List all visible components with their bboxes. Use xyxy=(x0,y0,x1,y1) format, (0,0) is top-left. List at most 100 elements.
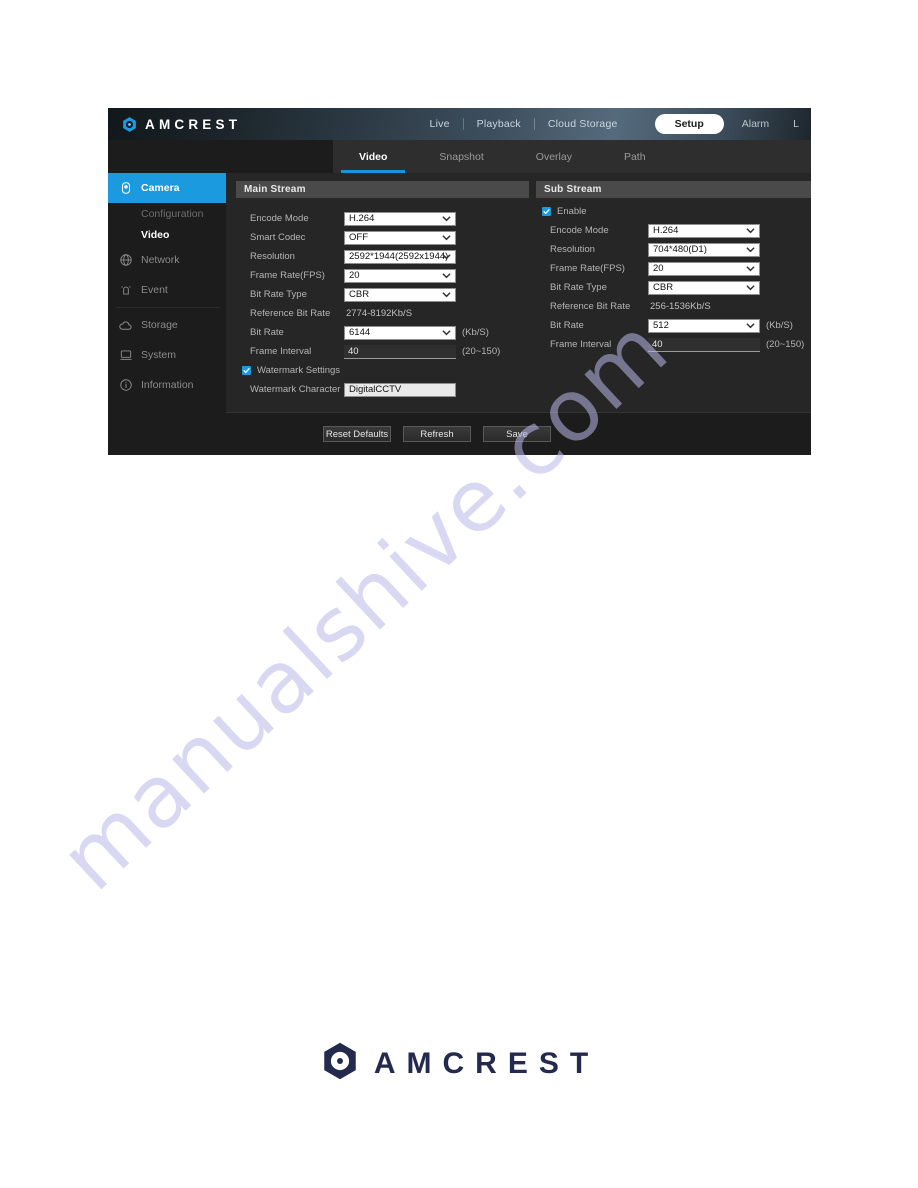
sub-stream-panel: Sub Stream Enable Encode Mode H.264 Reso… xyxy=(536,181,811,354)
main-smart-codec-select[interactable]: OFF xyxy=(344,230,456,245)
field-label: Resolution xyxy=(550,244,595,255)
field-sub-encode-mode: Encode Mode H.264 xyxy=(536,221,811,240)
camera-icon xyxy=(117,180,134,197)
field-main-bit-rate-type: Bit Rate Type CBR xyxy=(236,285,529,304)
chevron-down-icon xyxy=(442,327,451,338)
chevron-down-icon xyxy=(746,263,755,274)
main-bit-rate-unit: (Kb/S) xyxy=(462,327,489,338)
sidebar-subitem-configuration[interactable]: Configuration xyxy=(108,203,226,224)
tab-video[interactable]: Video xyxy=(333,140,413,173)
main-frame-rate-select[interactable]: 20 xyxy=(344,268,456,283)
cloud-storage-icon xyxy=(117,317,134,334)
header-nav-cloud-storage[interactable]: Cloud Storage xyxy=(535,118,631,130)
save-button[interactable]: Save xyxy=(483,426,551,442)
main-stream-title: Main Stream xyxy=(236,181,529,198)
field-label: Bit Rate xyxy=(550,320,584,331)
sub-stream-enable-checkbox-row[interactable]: Enable xyxy=(536,202,811,221)
field-label: Bit Rate Type xyxy=(250,289,307,300)
field-label: Frame Interval xyxy=(550,339,612,350)
sub-stream-title: Sub Stream xyxy=(536,181,811,198)
main-resolution-select[interactable]: 2592*1944(2592x1944) xyxy=(344,249,456,264)
select-value: CBR xyxy=(653,282,674,293)
content-area: Main Stream Encode Mode H.264 Smart Code… xyxy=(226,173,811,455)
tab-path[interactable]: Path xyxy=(598,140,672,173)
sub-resolution-select[interactable]: 704*480(D1) xyxy=(648,242,760,257)
sidebar-item-storage[interactable]: Storage xyxy=(108,310,226,340)
tab-snapshot[interactable]: Snapshot xyxy=(413,140,509,173)
sub-stream-enable-label: Enable xyxy=(557,206,587,217)
sidebar-item-network[interactable]: Network xyxy=(108,245,226,275)
brand-wordmark: AMCREST xyxy=(145,116,242,132)
select-value: 704*480(D1) xyxy=(653,244,707,255)
sidebar-divider xyxy=(116,307,220,308)
sidebar-subitem-configuration-label: Configuration xyxy=(141,207,204,220)
action-button-bar: Reset Defaults Refresh Save xyxy=(226,412,811,455)
chevron-down-icon xyxy=(442,213,451,224)
main-stream-fields: Encode Mode H.264 Smart Codec OFF Resolu… xyxy=(236,198,529,399)
tab-row: Video Snapshot Overlay Path xyxy=(333,140,811,173)
stream-panels: Main Stream Encode Mode H.264 Smart Code… xyxy=(226,173,811,413)
header-nav-playback[interactable]: Playback xyxy=(464,118,534,130)
watermark-settings-checkbox[interactable] xyxy=(242,366,251,375)
sub-frame-rate-select[interactable]: 20 xyxy=(648,261,760,276)
field-label: Bit Rate Type xyxy=(550,282,607,293)
information-circle-icon xyxy=(117,377,134,394)
field-main-smart-codec: Smart Codec OFF xyxy=(236,228,529,247)
amcrest-web-ui-window: AMCREST Live Playback Cloud Storage Setu… xyxy=(108,108,811,455)
chevron-down-icon xyxy=(746,320,755,331)
sidebar-item-storage-label: Storage xyxy=(141,319,178,331)
main-watermark-settings-checkbox-row[interactable]: Watermark Settings xyxy=(236,361,529,380)
field-label: Bit Rate xyxy=(250,327,284,338)
sidebar-item-system-label: System xyxy=(141,349,177,361)
main-reference-bit-rate-value: 2774-8192Kb/S xyxy=(346,308,413,319)
select-value: H.264 xyxy=(653,225,679,236)
event-bell-icon xyxy=(117,282,134,299)
chevron-down-icon xyxy=(442,232,451,243)
main-encode-mode-select[interactable]: H.264 xyxy=(344,211,456,226)
watermark-character-input[interactable]: DigitalCCTV xyxy=(344,382,456,397)
chevron-down-icon xyxy=(746,225,755,236)
field-label: Encode Mode xyxy=(550,225,609,236)
select-value: 512 xyxy=(653,320,669,331)
sub-reference-bit-rate-value: 256-1536Kb/S xyxy=(650,301,711,312)
system-monitor-icon xyxy=(117,347,134,364)
sidebar: Camera Configuration Video Network Event… xyxy=(108,173,242,455)
field-sub-bit-rate-type: Bit Rate Type CBR xyxy=(536,278,811,297)
header-nav-logout[interactable]: L xyxy=(781,118,811,130)
main-bit-rate-select[interactable]: 6144 xyxy=(344,325,456,340)
refresh-button[interactable]: Refresh xyxy=(403,426,471,442)
sub-stream-enable-checkbox[interactable] xyxy=(542,207,551,216)
chevron-down-icon xyxy=(442,251,451,262)
header-nav-setup[interactable]: Setup xyxy=(654,114,724,134)
main-frame-interval-input[interactable]: 40 xyxy=(344,344,456,359)
sub-encode-mode-select[interactable]: H.264 xyxy=(648,223,760,238)
sub-bit-rate-type-select[interactable]: CBR xyxy=(648,280,760,295)
sub-frame-interval-input[interactable]: 40 xyxy=(648,337,760,352)
main-stream-panel: Main Stream Encode Mode H.264 Smart Code… xyxy=(236,181,529,399)
tab-overlay[interactable]: Overlay xyxy=(510,140,598,173)
main-bit-rate-type-select[interactable]: CBR xyxy=(344,287,456,302)
header-nav-live[interactable]: Live xyxy=(417,118,463,130)
field-sub-reference-bit-rate: Reference Bit Rate 256-1536Kb/S xyxy=(536,297,811,316)
field-label: Frame Rate(FPS) xyxy=(250,270,325,281)
sidebar-item-camera[interactable]: Camera xyxy=(108,173,242,203)
reset-defaults-button[interactable]: Reset Defaults xyxy=(323,426,391,442)
sub-bit-rate-unit: (Kb/S) xyxy=(766,320,793,331)
sidebar-item-event[interactable]: Event xyxy=(108,275,226,305)
select-value: 20 xyxy=(653,263,664,274)
field-sub-frame-rate: Frame Rate(FPS) 20 xyxy=(536,259,811,278)
footer-brand-wordmark: AMCREST xyxy=(373,1046,600,1080)
header-nav-alarm[interactable]: Alarm xyxy=(730,118,781,130)
sidebar-item-information[interactable]: Information xyxy=(108,370,226,400)
sub-bit-rate-select[interactable]: 512 xyxy=(648,318,760,333)
sidebar-item-system[interactable]: System xyxy=(108,340,226,370)
header-nav: Live Playback Cloud Storage Setup Alarm … xyxy=(417,108,811,140)
main-frame-interval-range: (20~150) xyxy=(462,346,501,357)
field-main-watermark-character: Watermark Character DigitalCCTV xyxy=(236,380,529,399)
field-label: Reference Bit Rate xyxy=(250,308,331,319)
amcrest-hexagon-logo-icon xyxy=(121,116,138,133)
sub-stream-fields: Enable Encode Mode H.264 Resolution 704*… xyxy=(536,198,811,354)
field-main-bit-rate: Bit Rate 6144 (Kb/S) xyxy=(236,323,529,342)
sidebar-subitem-video-label: Video xyxy=(141,228,170,241)
sidebar-subitem-video[interactable]: Video xyxy=(108,224,226,245)
